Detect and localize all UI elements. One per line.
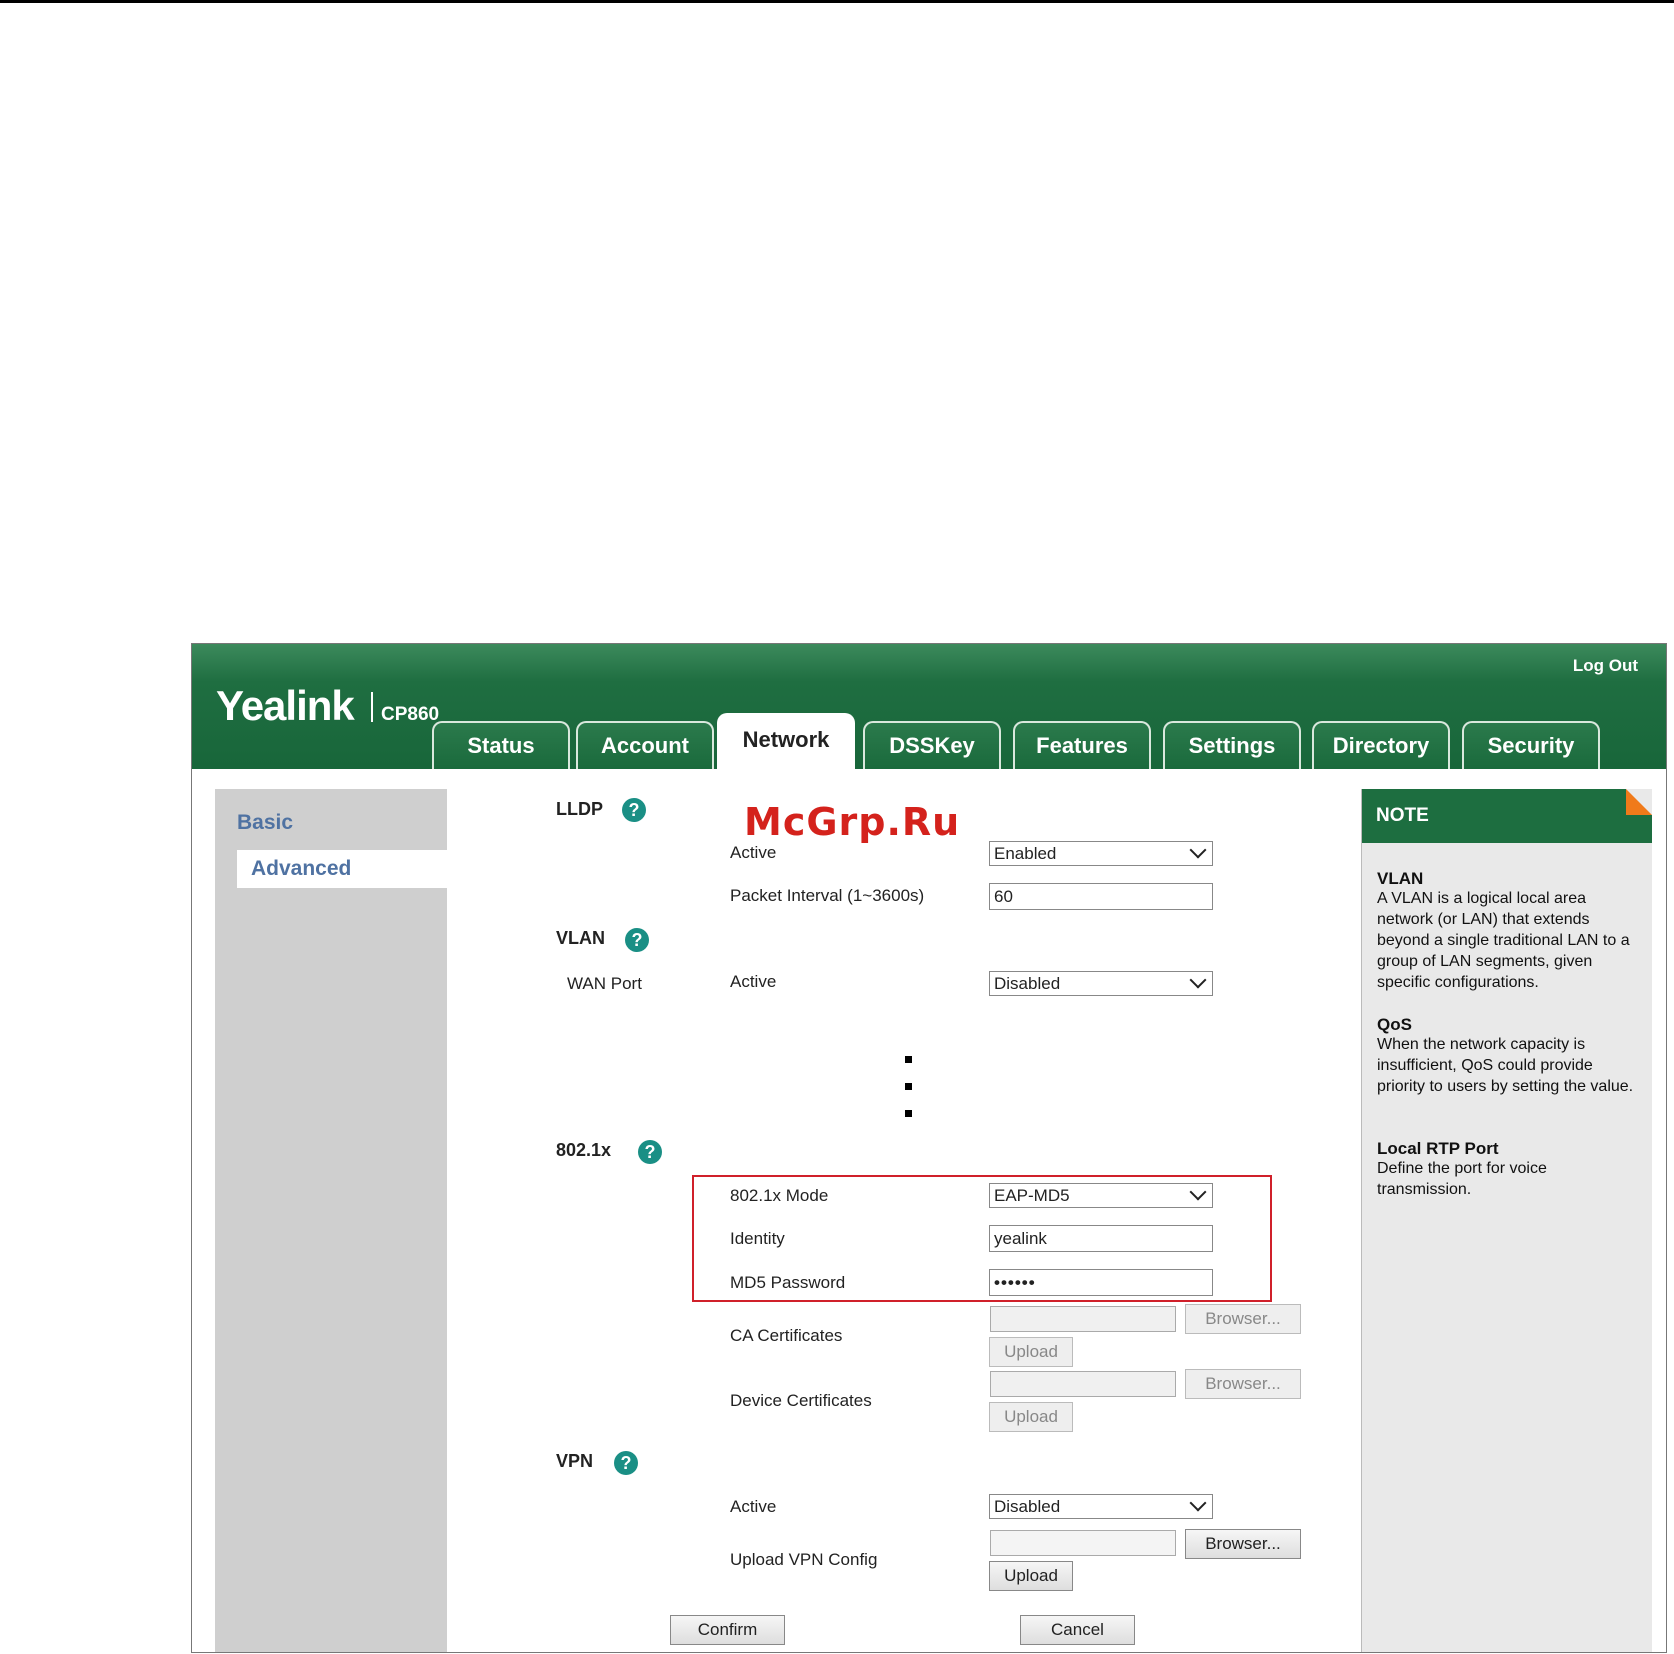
vpn-upload-button[interactable]: Upload — [989, 1561, 1073, 1591]
note-title-rtp: Local RTP Port — [1377, 1139, 1499, 1158]
logo-separator — [371, 692, 373, 722]
vpn-browse-button[interactable]: Browser... — [1185, 1529, 1301, 1559]
tab-directory[interactable]: Directory — [1312, 721, 1450, 769]
ca-cert-browse-button[interactable]: Browser... — [1185, 1304, 1301, 1334]
section-title-vlan: VLAN — [556, 928, 605, 948]
vlan-wan-port-label: WAN Port — [567, 974, 642, 993]
vlan-active-value: Disabled — [994, 974, 1061, 993]
device-cert-browse-button[interactable]: Browser... — [1185, 1369, 1301, 1399]
chevron-down-icon — [1189, 971, 1207, 989]
ca-certificates-label: CA Certificates — [730, 1326, 843, 1345]
vpn-config-file-input[interactable] — [990, 1530, 1176, 1556]
lldp-active-value: Enabled — [994, 844, 1057, 863]
tab-network[interactable]: Network — [717, 713, 855, 769]
lldp-active-select[interactable]: Enabled — [989, 841, 1213, 866]
lldp-active-label: Active — [730, 843, 777, 862]
note-text-vlan: A VLAN is a logical local area network (… — [1377, 890, 1630, 991]
chevron-down-icon — [1189, 841, 1207, 859]
ca-cert-upload-button[interactable]: Upload — [989, 1337, 1073, 1367]
note-title-vlan: VLAN — [1377, 869, 1424, 888]
note-text-rtp: Define the port for voice transmission. — [1377, 1160, 1547, 1198]
cancel-button[interactable]: Cancel — [1020, 1615, 1135, 1645]
device-cert-upload-button[interactable]: Upload — [989, 1402, 1073, 1432]
tab-account[interactable]: Account — [576, 721, 714, 769]
note-header: NOTE — [1362, 789, 1652, 843]
lldp-interval-label: Packet Interval (1~3600s) — [730, 886, 925, 905]
vpn-help-icon[interactable]: ? — [614, 1451, 638, 1475]
confirm-button[interactable]: Confirm — [670, 1615, 785, 1645]
app-header: Yealink CP860 Log Out Status Account Net… — [192, 644, 1666, 769]
note-panel: NOTE VLAN A VLAN is a logical local area… — [1361, 789, 1652, 1652]
dot1x-password-input[interactable]: •••••• — [989, 1269, 1213, 1296]
dot1x-identity-label: Identity — [730, 1229, 785, 1248]
tab-settings[interactable]: Settings — [1163, 721, 1301, 769]
watermark: McGrp.Ru — [744, 800, 961, 844]
lldp-interval-input[interactable]: 60 — [989, 883, 1213, 910]
tab-status[interactable]: Status — [432, 721, 570, 769]
dot1x-mode-label: 802.1x Mode — [730, 1186, 829, 1205]
tab-dsskey[interactable]: DSSKey — [863, 721, 1001, 769]
chevron-down-icon — [1189, 1183, 1207, 1201]
dot1x-password-label: MD5 Password — [730, 1273, 846, 1292]
device-cert-file-input[interactable] — [990, 1371, 1176, 1397]
tab-features[interactable]: Features — [1013, 721, 1151, 769]
lldp-help-icon[interactable]: ? — [622, 798, 646, 822]
vlan-active-label: Active — [730, 972, 777, 991]
chevron-down-icon — [1189, 1494, 1207, 1512]
tab-security[interactable]: Security — [1462, 721, 1600, 769]
sidebar: Basic Advanced — [215, 789, 457, 1652]
dot1x-identity-input[interactable]: yealink — [989, 1225, 1213, 1252]
note-corner-fold-icon — [1626, 789, 1652, 815]
page-top-rule — [0, 0, 1674, 3]
vpn-active-value: Disabled — [994, 1497, 1061, 1516]
sidebar-gap — [447, 789, 457, 1652]
dot1x-help-icon[interactable]: ? — [638, 1140, 662, 1164]
yealink-logo: Yealink — [216, 682, 355, 729]
vpn-active-label: Active — [730, 1497, 777, 1516]
model-name: CP860 — [381, 704, 440, 725]
device-certificates-label: Device Certificates — [730, 1391, 872, 1410]
vlan-active-select[interactable]: Disabled — [989, 971, 1213, 996]
ellipsis-dot — [905, 1083, 912, 1090]
note-title-qos: QoS — [1377, 1015, 1412, 1034]
logout-link[interactable]: Log Out — [1573, 656, 1638, 676]
sidebar-item-advanced[interactable]: Advanced — [237, 850, 457, 888]
ca-cert-file-input[interactable] — [990, 1306, 1176, 1332]
vlan-help-icon[interactable]: ? — [625, 928, 649, 952]
ellipsis-dot — [905, 1056, 912, 1063]
sidebar-item-basic[interactable]: Basic — [237, 811, 293, 835]
dot1x-mode-value: EAP-MD5 — [994, 1186, 1070, 1205]
vpn-active-select[interactable]: Disabled — [989, 1494, 1213, 1519]
browser-frame: Yealink CP860 Log Out Status Account Net… — [191, 643, 1667, 1653]
section-title-vpn: VPN — [556, 1451, 594, 1471]
section-title-lldp: LLDP — [556, 799, 603, 819]
section-title-8021x: 802.1x — [556, 1140, 612, 1160]
vpn-upload-config-label: Upload VPN Config — [730, 1550, 878, 1569]
note-text-qos: When the network capacity is insufficien… — [1377, 1036, 1634, 1095]
ellipsis-dot — [905, 1110, 912, 1117]
dot1x-mode-select[interactable]: EAP-MD5 — [989, 1183, 1213, 1208]
